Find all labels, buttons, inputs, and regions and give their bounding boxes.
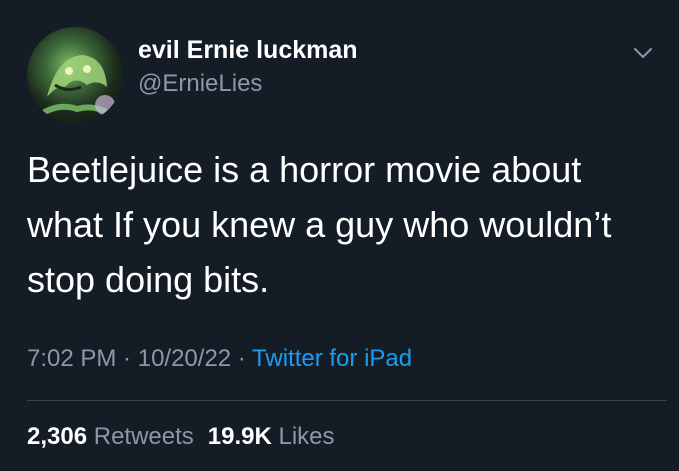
tweet-source-link[interactable]: Twitter for iPad	[252, 345, 412, 372]
tweet-meta: 7:02 PM · 10/20/22 · Twitter for iPad	[27, 344, 412, 374]
tweet-header: evil Ernie luckman @ErnieLies	[27, 27, 667, 123]
tweet-text-line: stop doing bits.	[27, 259, 270, 300]
likes-label: Likes	[278, 423, 335, 450]
author-names: evil Ernie luckman @ErnieLies	[138, 35, 358, 99]
meta-separator: ·	[231, 345, 253, 372]
avatar[interactable]	[27, 27, 123, 123]
tweet-text-line: Beetlejuice is a horror movie about	[27, 149, 582, 190]
tweet-text: Beetlejuice is a horror movie about what…	[27, 142, 657, 307]
display-name[interactable]: evil Ernie luckman	[138, 35, 358, 65]
user-handle[interactable]: @ErnieLies	[138, 69, 358, 99]
retweets-label: Retweets	[93, 423, 194, 450]
tweet-date[interactable]: 10/20/22	[138, 345, 231, 372]
likes-count: 19.9K	[207, 423, 272, 450]
tweet-time[interactable]: 7:02 PM	[27, 345, 116, 372]
tweet-stats: 2,306 Retweets 19.9K Likes	[27, 422, 335, 452]
meta-separator: ·	[116, 345, 138, 372]
tweet-text-line: what If you knew a guy who wouldn’t	[27, 204, 612, 245]
retweets-stat[interactable]: 2,306 Retweets	[27, 423, 194, 450]
retweets-count: 2,306	[27, 423, 88, 450]
divider	[27, 400, 667, 401]
avatar-icon	[35, 55, 119, 122]
chevron-down-icon[interactable]	[631, 41, 655, 65]
tweet-card: evil Ernie luckman @ErnieLies Beetlejuic…	[0, 0, 679, 471]
likes-stat[interactable]: 19.9K Likes	[208, 423, 335, 450]
